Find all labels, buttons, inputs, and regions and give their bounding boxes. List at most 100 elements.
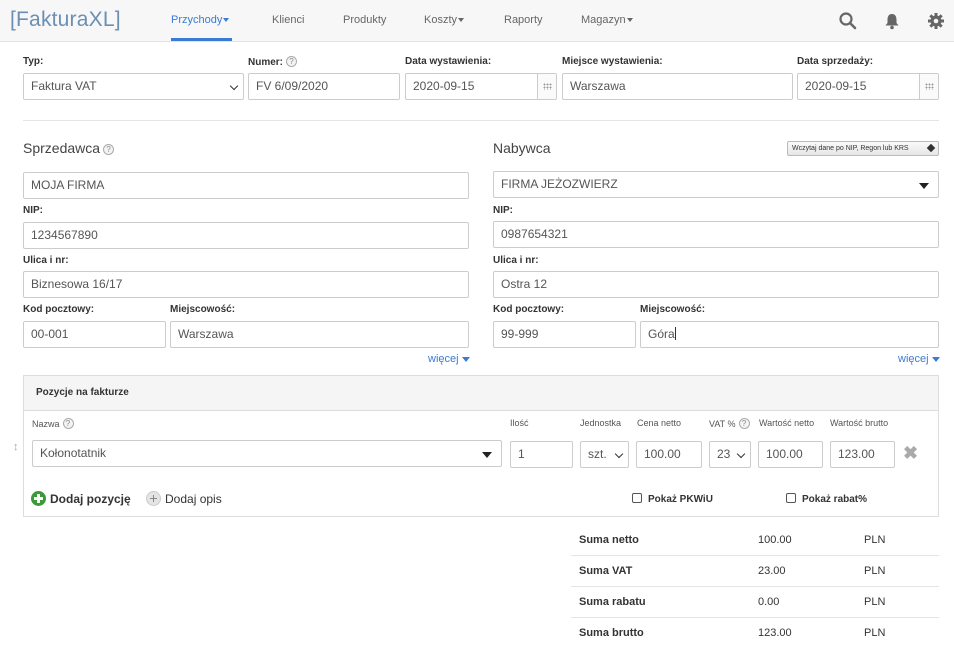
summary-label: Suma brutto	[579, 627, 644, 639]
summary-label: Suma netto	[579, 534, 639, 546]
col-ilosc: Ilość	[510, 418, 529, 428]
summary-row-vat: Suma VAT 23.00 PLN	[571, 556, 939, 587]
search-icon[interactable]	[838, 11, 858, 31]
summary-currency: PLN	[864, 627, 886, 639]
gear-icon[interactable]	[926, 11, 946, 31]
numer-label: Numer:?	[248, 56, 298, 68]
chevron-down-icon	[223, 18, 230, 23]
chevron-down-icon	[229, 81, 239, 91]
nav-klienci[interactable]: Klienci	[272, 14, 304, 26]
add-description-button[interactable]: Dodaj opis	[146, 491, 222, 506]
typ-label: Typ:	[23, 56, 44, 67]
caret-down-icon	[482, 452, 492, 458]
buyer-nip-label: NIP:	[493, 205, 513, 216]
nav-przychody[interactable]: Przychody	[171, 14, 230, 26]
show-discount-checkbox[interactable]: Pokaż rabat%	[786, 493, 867, 505]
col-nazwa: Nazwa?	[32, 418, 74, 429]
nav-koszty[interactable]: Koszty	[424, 14, 465, 26]
seller-title: Sprzedawca?	[23, 140, 115, 156]
nav-magazyn[interactable]: Magazyn	[581, 14, 633, 26]
position-net-value-input[interactable]: 100.00	[758, 441, 823, 468]
help-icon[interactable]: ?	[286, 56, 298, 67]
chevron-down-icon	[626, 18, 633, 23]
position-gross-value-input[interactable]: 123.00	[830, 441, 895, 468]
typ-select[interactable]: Faktura VAT	[23, 73, 244, 100]
buyer-postal-label: Kod pocztowy:	[493, 304, 565, 315]
bell-icon[interactable]	[882, 11, 902, 31]
summary-currency: PLN	[864, 565, 886, 577]
nav-raporty[interactable]: Raporty	[504, 14, 543, 26]
help-icon[interactable]: ?	[103, 144, 115, 155]
summary-row-brutto: Suma brutto 123.00 PLN	[571, 618, 939, 649]
data-sprzedazy-label: Data sprzedaży:	[797, 56, 874, 67]
chevron-down-icon	[736, 449, 746, 459]
buyer-postal-input[interactable]: 99-999	[493, 321, 636, 348]
col-cena-netto: Cena netto	[637, 418, 682, 428]
summary-value: 23.00	[758, 565, 786, 577]
buyer-nip-input[interactable]: 0987654321	[493, 221, 939, 248]
buyer-city-input[interactable]: Góra	[640, 321, 939, 348]
position-qty-input[interactable]: 1	[510, 441, 573, 468]
seller-postal-label: Kod pocztowy:	[23, 304, 95, 315]
summary-label: Suma rabatu	[579, 596, 646, 608]
nav-produkty[interactable]: Produkty	[343, 14, 386, 26]
seller-street-label: Ulica i nr:	[23, 255, 69, 266]
seller-street-input[interactable]: Biznesowa 16/17	[23, 271, 469, 298]
summary-row-rabat: Suma rabatu 0.00 PLN	[571, 587, 939, 618]
drag-handle-icon[interactable]: ↕	[13, 441, 19, 453]
positions-panel: Pozycje na fakturze Nazwa? Ilość Jednost…	[13, 375, 939, 517]
caret-down-icon	[919, 183, 929, 189]
add-position-button[interactable]: Dodaj pozycję	[31, 491, 131, 506]
checkbox[interactable]	[786, 493, 796, 503]
seller-nip-label: NIP:	[23, 205, 43, 216]
help-icon[interactable]: ?	[62, 418, 74, 429]
seller-name-input[interactable]: MOJA FIRMA	[23, 172, 469, 199]
numer-input[interactable]: FV 6/09/2020	[248, 73, 400, 100]
col-vat: VAT %?	[709, 418, 750, 429]
seller-nip-input[interactable]: 1234567890	[23, 222, 469, 249]
summary-value: 100.00	[758, 534, 792, 546]
seller-city-label: Miejscowość:	[170, 304, 236, 315]
summary-row-netto: Suma netto 100.00 PLN	[571, 525, 939, 556]
seller-more-link[interactable]: więcej	[428, 353, 470, 365]
data-sprzedazy-input[interactable]: 2020-09-15	[797, 73, 939, 100]
position-name-select[interactable]: Kołonotatnik	[32, 440, 502, 467]
remove-icon[interactable]: ✖	[903, 443, 918, 464]
help-icon[interactable]: ?	[738, 418, 750, 429]
lookup-nip-button[interactable]: Wczytaj dane po NIP, Regon lub KRS	[787, 141, 939, 156]
calendar-icon[interactable]	[537, 74, 556, 99]
buyer-more-link[interactable]: więcej	[898, 353, 940, 365]
positions-title: Pozycje na fakturze	[36, 387, 129, 398]
summary-value: 123.00	[758, 627, 792, 639]
data-wystawienia-label: Data wystawienia:	[405, 56, 492, 67]
position-unit-select[interactable]: szt.	[580, 441, 629, 468]
summary-label: Suma VAT	[579, 565, 633, 577]
caret-down-icon	[461, 356, 470, 362]
buyer-title: Nabywca	[493, 140, 551, 156]
col-wartosc-brutto: Wartość brutto	[830, 418, 889, 428]
plus-circle-icon	[31, 491, 46, 506]
position-vat-select[interactable]: 23	[709, 441, 751, 468]
summary-currency: PLN	[864, 534, 886, 546]
buyer-street-input[interactable]: Ostra 12	[493, 271, 939, 298]
top-navbar: [FakturaXL] Przychody Klienci Produkty K…	[0, 0, 954, 42]
buyer-name-select[interactable]: FIRMA JEŻOZWIERZ	[493, 171, 939, 198]
seller-city-input[interactable]: Warszawa	[170, 321, 469, 348]
summary-currency: PLN	[864, 596, 886, 608]
buyer-city-label: Miejscowość:	[640, 304, 706, 315]
calendar-icon[interactable]	[919, 74, 938, 99]
position-net-price-input[interactable]: 100.00	[636, 441, 702, 468]
miejsce-wystawienia-label: Miejsce wystawienia:	[562, 56, 663, 67]
col-wartosc-netto: Wartość netto	[759, 418, 815, 428]
app-logo[interactable]: [FakturaXL]	[10, 8, 121, 32]
caret-down-icon	[931, 356, 940, 362]
active-tab-indicator	[171, 38, 232, 41]
plus-circle-icon	[146, 491, 161, 506]
chevron-down-icon	[458, 18, 465, 23]
buyer-street-label: Ulica i nr:	[493, 255, 539, 266]
checkbox[interactable]	[632, 493, 642, 503]
data-wystawienia-input[interactable]: 2020-09-15	[405, 73, 557, 100]
seller-postal-input[interactable]: 00-001	[23, 321, 166, 348]
show-pkwiu-checkbox[interactable]: Pokaż PKWiU	[632, 493, 713, 505]
miejsce-wystawienia-input[interactable]: Warszawa	[562, 73, 793, 100]
